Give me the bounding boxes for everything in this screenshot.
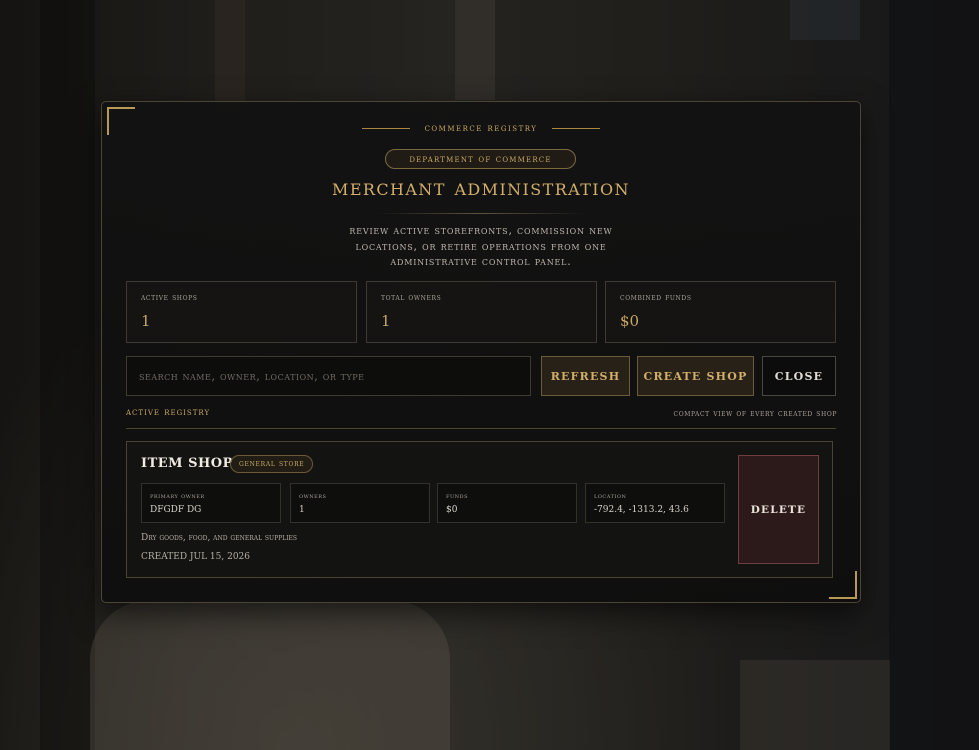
field-label: Funds: [446, 491, 468, 500]
registry-divider: [126, 428, 836, 429]
registry-section-note: Compact view of every created shop: [673, 409, 837, 419]
page-title: Merchant Administration: [332, 175, 630, 201]
close-button[interactable]: Close: [762, 356, 836, 396]
stat-label: Combined Funds: [620, 293, 692, 303]
field-value: -792.4, -1313.2, 43.6: [594, 505, 689, 515]
registry-section-label: Active Registry: [126, 407, 211, 418]
panel-kicker: Commerce Registry: [102, 123, 860, 134]
field-value: $0: [446, 505, 458, 515]
shop-created-date: Created Jul 15, 2026: [141, 552, 250, 562]
kicker-rule-left: [361, 128, 410, 129]
field-label: Owners: [299, 491, 327, 500]
stat-label: Total Owners: [381, 293, 442, 303]
shop-field-owners: Owners 1: [290, 483, 430, 523]
delete-shop-button[interactable]: Delete: [738, 455, 819, 564]
field-label: Primary Owner: [150, 491, 205, 500]
page-subtitle: Review active storefronts, commission ne…: [349, 224, 613, 268]
merchant-admin-panel: Commerce Registry Department of Commerce…: [101, 101, 861, 603]
shop-field-location: Location -792.4, -1313.2, 43.6: [585, 483, 725, 523]
stat-value: 1: [141, 312, 151, 330]
kicker-text: Commerce Registry: [424, 123, 538, 134]
field-value: 1: [299, 505, 305, 515]
create-shop-button[interactable]: Create Shop: [637, 356, 754, 396]
field-value: DFGDF DG: [150, 505, 202, 515]
stat-card-total-owners: Total Owners 1: [366, 281, 597, 343]
refresh-button[interactable]: Refresh: [541, 356, 630, 396]
shop-type-badge: General Store: [230, 455, 314, 473]
shop-name: Item Shop: [141, 456, 233, 471]
stat-value: 1: [381, 312, 391, 330]
shop-field-primary-owner: Primary Owner DFGDF DG: [141, 483, 281, 523]
stat-value: $0: [620, 312, 640, 330]
stat-label: Active Shops: [141, 293, 198, 303]
corner-ornament-bottom-right: [829, 571, 857, 599]
field-label: Location: [594, 491, 627, 500]
stat-card-combined-funds: Combined Funds $0: [605, 281, 836, 343]
stat-card-active-shops: Active Shops 1: [126, 281, 357, 343]
kicker-rule-right: [552, 128, 601, 129]
search-input[interactable]: [126, 356, 531, 396]
title-divider: [376, 213, 586, 214]
department-badge: Department of Commerce: [385, 149, 576, 169]
shop-description: Dry goods, food, and general supplies: [141, 533, 298, 543]
shop-card: Item Shop General Store Primary Owner DF…: [126, 441, 833, 578]
shop-field-funds: Funds $0: [437, 483, 577, 523]
